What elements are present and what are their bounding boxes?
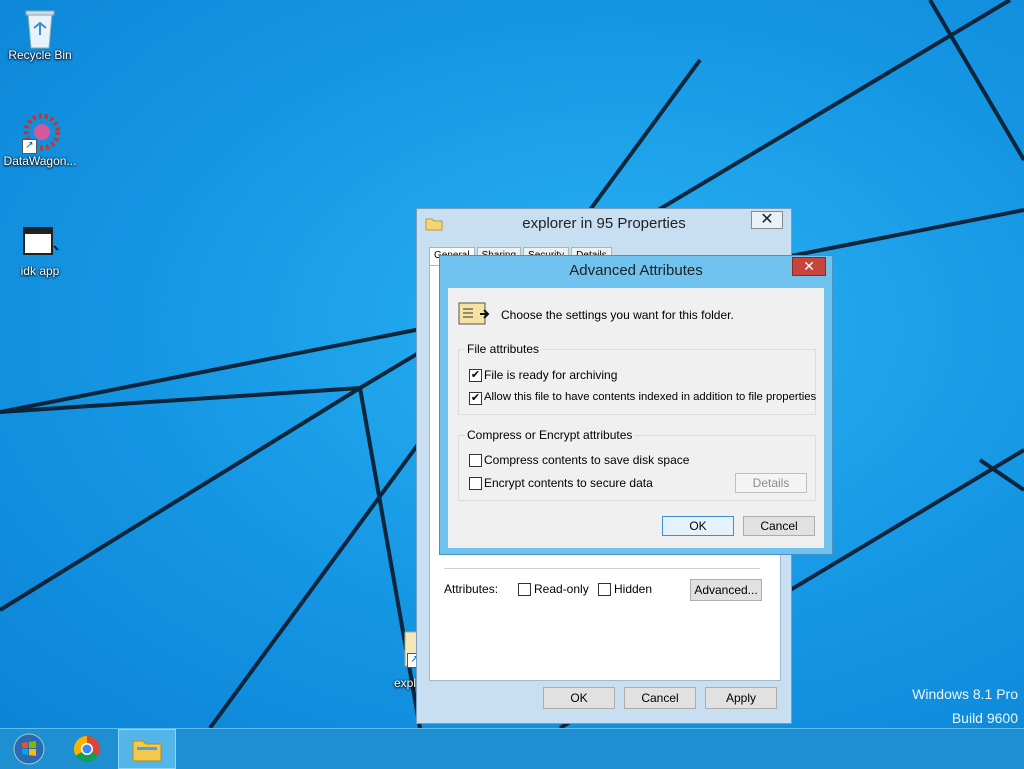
folder-settings-icon <box>458 300 490 326</box>
window-title: explorer in 95 Properties <box>522 215 686 232</box>
readonly-checkbox[interactable] <box>518 583 531 596</box>
ok-button[interactable]: OK <box>543 687 615 709</box>
close-button[interactable]: ✕ <box>751 211 783 229</box>
file-attributes-title: File attributes <box>465 342 542 356</box>
cancel-button[interactable]: Cancel <box>743 516 815 536</box>
divider <box>444 568 760 569</box>
desktop-icon-label: Recycle Bin <box>8 48 72 62</box>
windows-logo-icon <box>13 733 45 765</box>
chrome-icon <box>73 735 100 763</box>
app-icon <box>20 222 60 262</box>
details-button[interactable]: Details <box>735 473 807 493</box>
archive-label: File is ready for archiving <box>484 368 618 382</box>
taskbar <box>0 728 1024 769</box>
desktop-icon-datawagon[interactable]: ↗ DataWagon... <box>0 112 80 168</box>
compress-encrypt-title: Compress or Encrypt attributes <box>465 428 635 442</box>
advanced-attributes-dialog: Advanced Attributes ✕ Choose the setting… <box>439 255 833 555</box>
dialog-body: Choose the settings you want for this fo… <box>448 288 824 548</box>
dialog-title: Advanced Attributes <box>569 262 703 279</box>
apply-button[interactable]: Apply <box>705 687 777 709</box>
cancel-button[interactable]: Cancel <box>624 687 696 709</box>
hidden-checkbox[interactable] <box>598 583 611 596</box>
index-checkbox[interactable]: ✔ <box>469 392 482 405</box>
hidden-label: Hidden <box>614 582 653 596</box>
windows-version-watermark: Windows 8.1 Pro <box>912 686 1018 702</box>
file-explorer-icon <box>132 740 162 762</box>
chrome-taskbar-button[interactable] <box>58 729 116 769</box>
desktop-icon-idk-app[interactable]: idk app <box>0 222 80 278</box>
advanced-button[interactable]: Advanced... <box>690 579 762 601</box>
close-icon: ✕ <box>760 211 774 228</box>
compress-label: Compress contents to save disk space <box>484 453 690 467</box>
archive-checkbox[interactable]: ✔ <box>469 369 482 382</box>
shortcut-arrow-icon: ↗ <box>22 139 37 154</box>
desktop-icon-recycle-bin[interactable]: Recycle Bin <box>0 6 80 62</box>
recycle-bin-icon <box>20 6 60 49</box>
encrypt-checkbox[interactable] <box>469 477 482 490</box>
file-attributes-group <box>458 349 816 415</box>
datawagon-icon: ↗ <box>20 112 61 154</box>
file-explorer-taskbar-button[interactable] <box>118 729 176 769</box>
attributes-label: Attributes: <box>444 582 499 596</box>
intro-text: Choose the settings you want for this fo… <box>501 308 734 322</box>
ok-button[interactable]: OK <box>662 516 734 536</box>
encrypt-label: Encrypt contents to secure data <box>484 476 653 490</box>
close-button[interactable]: ✕ <box>792 257 826 276</box>
compress-checkbox[interactable] <box>469 454 482 467</box>
windows-build-watermark: Build 9600 <box>951 710 1018 726</box>
index-label: Allow this file to have contents indexed… <box>484 391 817 403</box>
close-icon: ✕ <box>803 258 815 274</box>
desktop-icon-label: idk app <box>20 264 60 278</box>
start-button[interactable] <box>0 729 58 769</box>
readonly-label: Read-only <box>534 582 589 596</box>
desktop-icon-label: DataWagon... <box>3 154 77 168</box>
